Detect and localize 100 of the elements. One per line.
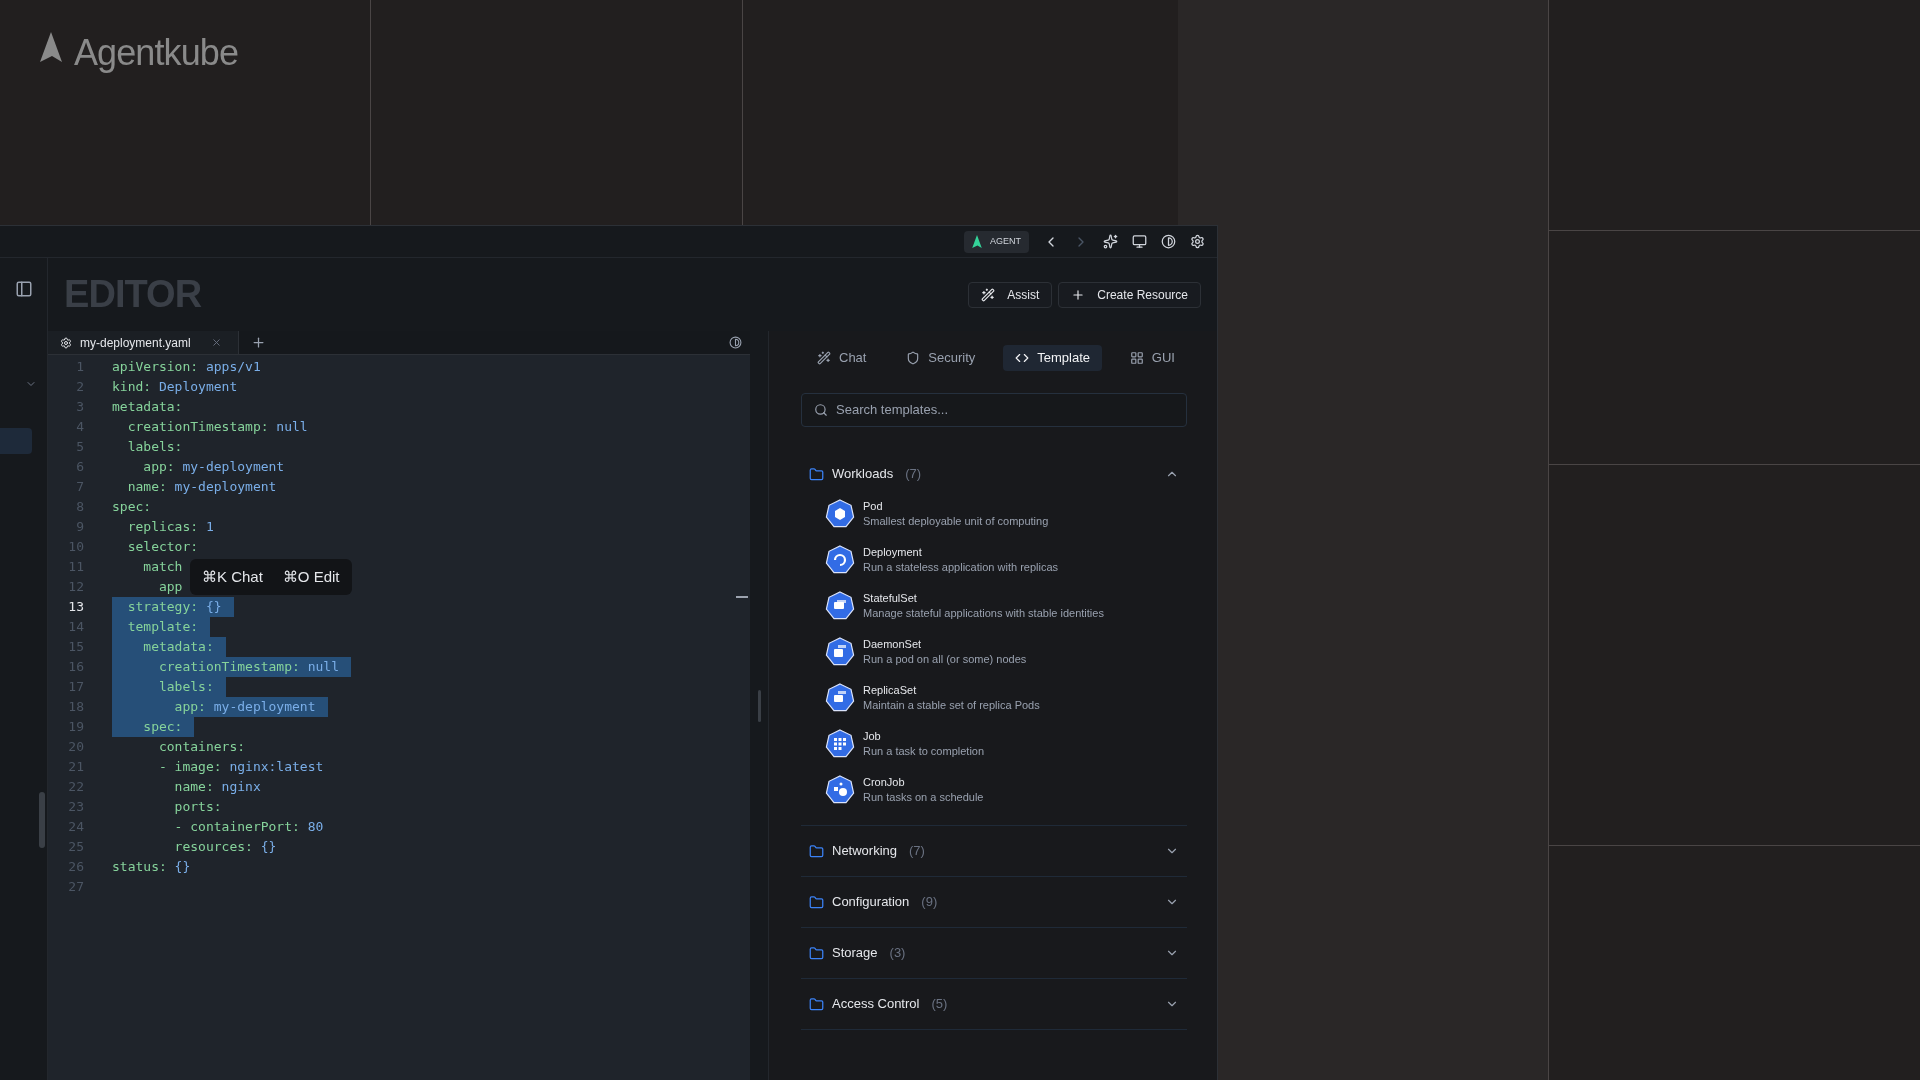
heptagon-cube-icon (825, 499, 855, 529)
line-number: 16 (67, 658, 85, 676)
shield-icon (906, 351, 921, 365)
code-line: creationTimestamp: null (126, 418, 308, 436)
wand-icon (981, 287, 996, 302)
template-name: Job (863, 729, 882, 744)
line-number: 2 (75, 378, 85, 396)
category-header[interactable]: Storage (3) (801, 928, 1187, 978)
line-number: 24 (67, 818, 85, 836)
code-line: selector: (126, 538, 199, 556)
folder-icon (809, 466, 824, 482)
category-header[interactable]: Networking (7) (801, 826, 1187, 876)
sidebar-toggle-icon[interactable] (14, 280, 33, 298)
line-number: 27 (67, 878, 85, 896)
template-item[interactable]: CronJob Run tasks on a schedule (825, 775, 1187, 805)
code-line: resources: {} (173, 838, 277, 856)
heptagon-stacked-boxes-icon (825, 683, 855, 713)
brand-name: Agentkube (74, 31, 239, 75)
line-number: 6 (75, 458, 85, 476)
code-line: app: my-deployment (142, 458, 285, 476)
line-number: 17 (67, 678, 85, 696)
code-line: containers: (157, 738, 246, 756)
template-name: StatefulSet (863, 591, 918, 606)
settings-icon[interactable] (1190, 234, 1205, 249)
category-header[interactable]: Access Control (5) (801, 979, 1187, 1029)
line-number: 25 (67, 838, 85, 856)
template-item[interactable]: DaemonSet Run a pod on all (or some) nodes (825, 637, 1187, 667)
line-number: 4 (75, 418, 85, 436)
template-name: ReplicaSet (863, 683, 918, 698)
code-line: apiVersion: apps/v1 (112, 358, 261, 376)
folder-icon (809, 945, 824, 961)
category-header[interactable]: Workloads (7) (801, 449, 1187, 499)
code-line: spec: (112, 498, 152, 516)
line-number: 19 (67, 718, 85, 736)
template-name: DaemonSet (863, 637, 923, 652)
line-number: 12 (67, 578, 85, 596)
line-number: 15 (67, 638, 85, 656)
wand-icon (817, 351, 831, 365)
code-line: - image: nginx:latest (157, 758, 324, 776)
code-line: - containerPort: 80 (173, 818, 324, 836)
code-line: name: nginx (173, 778, 261, 796)
template-description: Smallest deployable unit of computing (863, 514, 1049, 529)
create-resource-button[interactable]: Create Resource (1058, 281, 1201, 308)
folder-icon (809, 843, 824, 859)
template-item[interactable]: Job Run a task to completion (825, 729, 1187, 759)
agent-badge[interactable]: AGENT (964, 230, 1029, 253)
code-line: app (157, 578, 183, 596)
panel-tab[interactable]: GUI (1117, 345, 1187, 371)
add-tab-icon[interactable] (250, 335, 266, 350)
code-line: replicas: 1 (126, 518, 214, 536)
line-number: 22 (67, 778, 85, 796)
resize-handle[interactable] (757, 689, 761, 722)
code-line: ports: (173, 798, 222, 816)
template-description: Run a pod on all (or some) nodes (863, 652, 1027, 667)
monitor-icon[interactable] (1132, 234, 1147, 249)
template-name: CronJob (863, 775, 906, 790)
scrollbar-thumb (38, 792, 45, 848)
heptagon-stacked-storage-icon (825, 591, 855, 621)
plus-icon (1071, 287, 1086, 302)
search-icon (814, 403, 828, 417)
contrast-icon[interactable] (1161, 234, 1176, 249)
close-icon (210, 337, 222, 348)
chat-shortcut-button[interactable]: ⌘K Chat (202, 565, 263, 589)
template-item[interactable]: StatefulSet Manage stateful applications with stable identities (825, 591, 1187, 621)
file-tab[interactable]: my-deployment.yaml (48, 331, 239, 354)
category-header[interactable]: Configuration (9) (801, 877, 1187, 927)
line-number: 9 (75, 518, 85, 536)
panel-tab[interactable]: Template (1003, 345, 1102, 371)
assist-button[interactable]: Assist (968, 281, 1053, 308)
code-icon (1015, 351, 1030, 365)
template-item[interactable]: Deployment Run a stateless application with replicas (825, 545, 1187, 575)
template-description: Maintain a stable set of replica Pods (863, 698, 1040, 713)
template-description: Run tasks on a schedule (863, 790, 984, 805)
code-line: metadata: (112, 398, 183, 416)
search-input[interactable]: Search templates... (836, 400, 1174, 420)
line-number: 14 (67, 618, 85, 636)
line-number: 18 (67, 698, 85, 716)
search-field[interactable]: Search templates... (801, 393, 1187, 427)
heptagon-stacked-boxes-icon (825, 637, 855, 667)
heptagon-clock-blocks-icon (825, 775, 855, 805)
template-item[interactable]: ReplicaSet Maintain a stable set of replica Pods (825, 683, 1187, 713)
template-name: Deployment (863, 545, 923, 560)
line-number: 20 (67, 738, 85, 756)
file-icon (60, 336, 72, 349)
panel-tab[interactable]: Security (894, 345, 988, 371)
template-description: Manage stateful applications with stable identities (863, 606, 1104, 621)
template-item[interactable]: Pod Smallest deployable unit of computing (825, 499, 1187, 529)
line-number: 13 (67, 598, 85, 616)
panel-tab[interactable]: Chat (805, 345, 879, 371)
heptagon-dot-grid-icon (825, 729, 855, 759)
heptagon-cycle-arrow-icon (825, 545, 855, 575)
sparkles-icon[interactable] (1103, 234, 1118, 249)
line-number: 8 (75, 498, 85, 516)
code-line: kind: Deployment (112, 378, 238, 396)
code-line: match (142, 558, 183, 576)
folder-icon (809, 996, 824, 1012)
line-number: 11 (67, 558, 85, 576)
line-number: 10 (67, 538, 85, 556)
template-name: Pod (863, 499, 884, 514)
edit-shortcut-button[interactable]: ⌘O Edit (282, 565, 340, 589)
